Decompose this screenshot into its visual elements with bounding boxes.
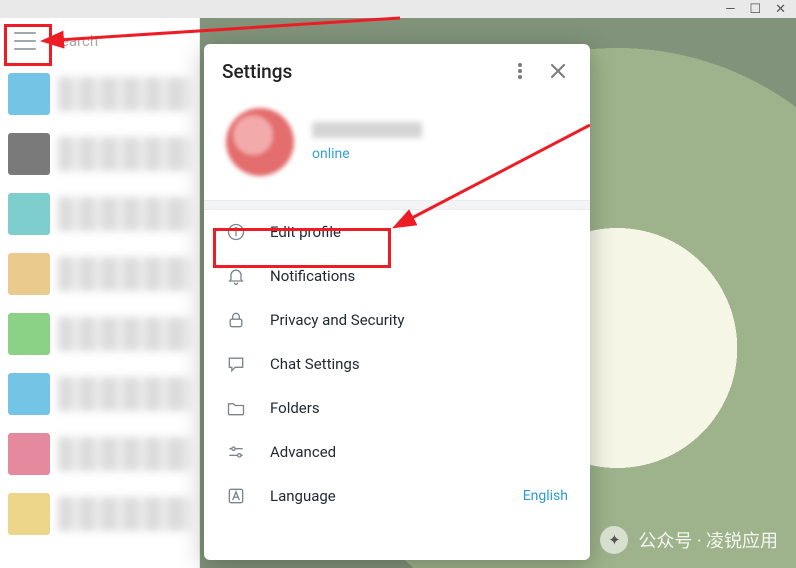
- annotation-highlight-edit-profile: [213, 228, 391, 268]
- kebab-icon: [518, 63, 522, 79]
- menu-item-value: English: [523, 488, 568, 504]
- menu-item-chat-settings[interactable]: Chat Settings: [204, 342, 590, 386]
- minimize-button[interactable]: ―: [725, 3, 735, 16]
- annotation-arrow: [390, 120, 600, 240]
- menu-item-folders[interactable]: Folders: [204, 386, 590, 430]
- settings-title: Settings: [222, 60, 496, 83]
- menu-item-label: Language: [270, 487, 499, 505]
- menu-item-label: Folders: [270, 399, 568, 417]
- menu-item-privacy-security[interactable]: Privacy and Security: [204, 298, 590, 342]
- menu-item-label: Privacy and Security: [270, 311, 568, 329]
- watermark: ✦ 公众号 · 凌锐应用: [600, 526, 778, 554]
- language-icon: [226, 486, 246, 506]
- sliders-icon: [226, 442, 246, 462]
- close-icon: [551, 64, 565, 78]
- menu-item-label: Notifications: [270, 267, 568, 285]
- close-settings-button[interactable]: [544, 57, 572, 85]
- lock-icon: [226, 310, 246, 330]
- avatar[interactable]: [226, 108, 294, 176]
- bell-icon: [226, 266, 246, 286]
- settings-header: Settings: [204, 44, 590, 98]
- menu-item-language[interactable]: Language English: [204, 474, 590, 518]
- more-options-button[interactable]: [506, 57, 534, 85]
- menu-item-label: Advanced: [270, 443, 568, 461]
- chat-icon: [226, 354, 246, 374]
- menu-item-label: Chat Settings: [270, 355, 568, 373]
- watermark-text: 公众号 · 凌锐应用: [638, 527, 778, 553]
- menu-item-advanced[interactable]: Advanced: [204, 430, 590, 474]
- folder-icon: [226, 398, 246, 418]
- wechat-icon: ✦: [600, 526, 628, 554]
- close-window-button[interactable]: ✕: [775, 3, 786, 16]
- maximize-button[interactable]: ☐: [749, 3, 761, 16]
